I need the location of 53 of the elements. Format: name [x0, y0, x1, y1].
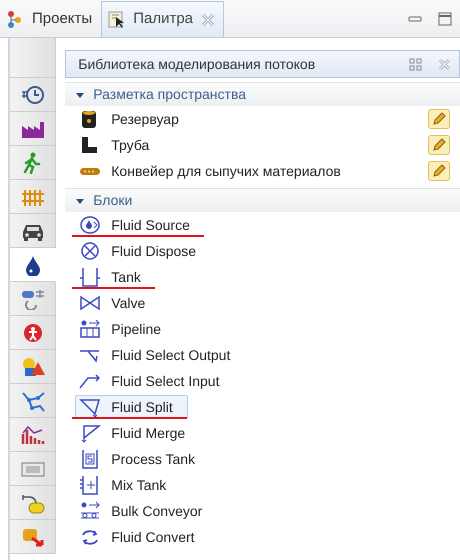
palette-item[interactable]: Valve — [75, 291, 160, 315]
palette-item[interactable]: Tank — [75, 265, 156, 289]
tank-icon — [79, 267, 102, 287]
palette-item[interactable]: Fluid Convert — [75, 525, 210, 549]
grid-view-icon — [409, 58, 422, 70]
sidebar-tab[interactable] — [10, 214, 56, 248]
pencil-icon — [432, 164, 446, 178]
palette-item[interactable]: Труба — [75, 133, 164, 157]
close-icon — [438, 58, 451, 70]
palette-title: Библиотека моделирования потоков — [78, 54, 316, 74]
section-header[interactable]: Блоки — [65, 188, 460, 212]
sidebar-tab[interactable] — [10, 418, 56, 452]
bar-chart-icon — [20, 424, 46, 446]
close-icon — [201, 12, 216, 26]
pencil-icon — [432, 138, 446, 152]
palette-item[interactable]: Bulk Conveyor — [75, 499, 218, 523]
sidebar-tab[interactable] — [10, 520, 56, 554]
palette-item[interactable]: Fluid Select Output — [75, 343, 246, 367]
palette-icon — [108, 11, 126, 28]
network-icon — [20, 390, 46, 412]
pipes-icon — [20, 288, 46, 310]
bulk-conveyor-icon — [79, 501, 102, 521]
pencil-icon — [432, 112, 446, 126]
sidebar-tab[interactable] — [10, 78, 56, 112]
pipeline-icon — [79, 319, 102, 339]
palette-item[interactable]: Резервуар — [75, 107, 194, 131]
palette-item[interactable]: Fluid Merge — [75, 421, 200, 445]
source-icon — [79, 215, 102, 235]
sidebar-tab[interactable] — [10, 316, 56, 350]
section-header[interactable]: Разметка пространства — [65, 82, 460, 106]
palette-item[interactable]: Конвейер для сыпучих материалов — [75, 159, 356, 183]
palette-item[interactable]: Fluid Split — [75, 395, 188, 419]
palette-item[interactable]: Fluid Dispose — [75, 239, 212, 263]
clock-icon — [20, 84, 46, 106]
palette-item[interactable]: Fluid Source — [75, 213, 205, 237]
palette-item[interactable]: Process Tank — [75, 447, 210, 471]
split-icon — [79, 397, 102, 417]
valve-icon — [79, 293, 102, 313]
edit-button[interactable] — [428, 109, 450, 129]
tab[interactable]: Палитра — [101, 1, 224, 37]
sidebar-tab[interactable] — [10, 112, 56, 146]
tree-icon — [7, 11, 24, 28]
palette-item[interactable]: Mix Tank — [75, 473, 182, 497]
maximize-icon — [438, 12, 452, 26]
sidebar-tab[interactable] — [10, 384, 56, 418]
edit-button[interactable] — [428, 135, 450, 155]
sidebar-tab[interactable] — [10, 350, 56, 384]
tab[interactable]: Проекты — [0, 1, 102, 37]
palette-item[interactable]: Pipeline — [75, 317, 176, 341]
dispose-icon — [79, 241, 102, 261]
edit-button[interactable] — [428, 161, 450, 181]
merge-icon — [79, 423, 102, 443]
palette-item[interactable]: Fluid Select Input — [75, 369, 234, 393]
